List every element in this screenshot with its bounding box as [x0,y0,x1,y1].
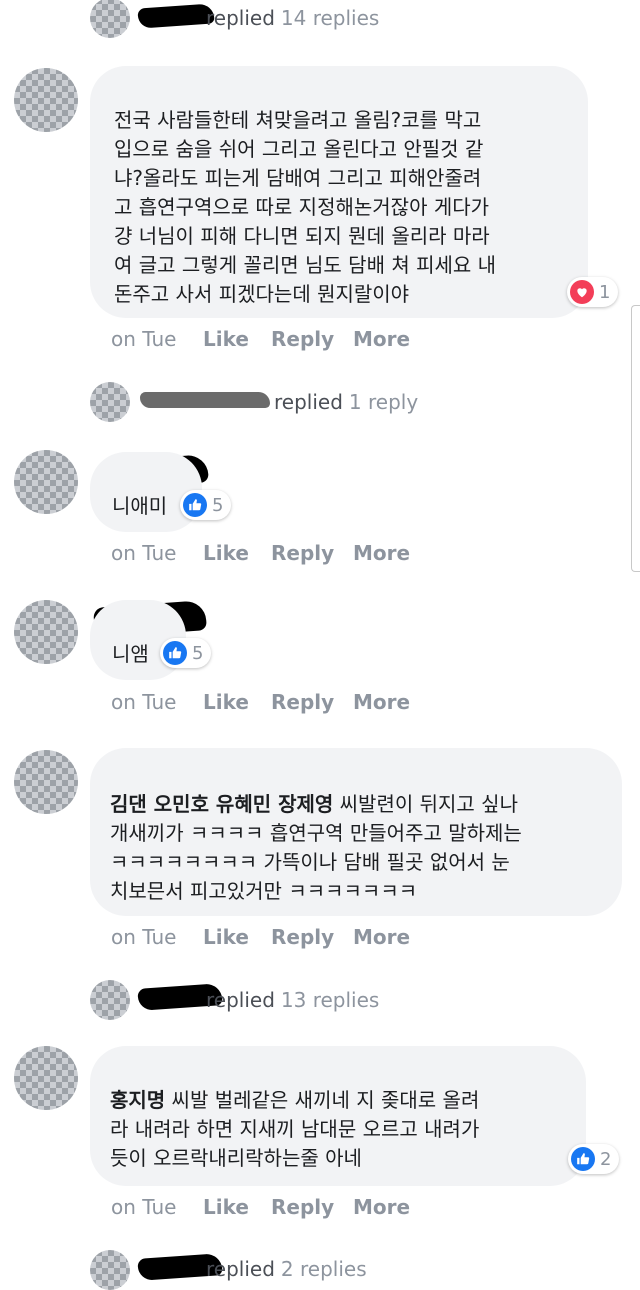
scrollbar[interactable] [631,305,640,572]
timestamp[interactable]: on Tue [111,925,203,949]
reply-thread-label: replied [206,1257,275,1281]
reaction-badge[interactable]: 2 [568,1144,620,1174]
reply-thread-link[interactable]: replied 14 replies [206,6,379,30]
like-button[interactable]: Like [203,541,271,565]
reply-count: 13 replies [280,988,380,1012]
reaction-count: 2 [600,1148,612,1170]
avatar[interactable] [90,0,130,38]
comment-text: 홍지명 씨발 벌레같은 새끼네 지 좆대로 올려 라 내려라 하면 지새끼 남대… [110,1086,570,1173]
avatar[interactable] [90,382,130,422]
timestamp[interactable]: on Tue [111,327,203,351]
more-button[interactable]: More [353,925,410,949]
comment-bubble: 홍지명 씨발 벌레같은 새끼네 지 좆대로 올려 라 내려라 하면 지새끼 남대… [90,1046,586,1186]
avatar[interactable] [14,1046,78,1110]
reply-count: 1 reply [348,390,419,414]
redaction [140,392,270,408]
timestamp[interactable]: on Tue [111,1195,203,1219]
reply-count: 2 replies [280,1257,367,1281]
reply-button[interactable]: Reply [271,327,353,351]
reply-thread-label: replied [206,988,275,1012]
comment-actions: on Tue Like Reply More [111,1195,410,1219]
comment-text: 전국 사람들한테 쳐맞을려고 올림?코를 막고 입으로 숨을 쉬어 그리고 올린… [114,108,497,306]
comment-actions: on Tue Like Reply More [111,541,410,565]
comment-text: 김댄 오민호 유혜민 장제영 씨발련이 뒤지고 싶나 개새끼가 ㅋㅋㅋㅋ 흡연구… [110,790,606,906]
redaction [137,3,215,29]
reaction-badge[interactable]: 1 [567,277,619,307]
more-button[interactable]: More [353,541,410,565]
thumbs-up-icon [571,1147,595,1171]
comment-body: 씨발 벌레같은 새끼네 지 좆대로 올려 라 내려라 하면 지새끼 남대문 오르… [110,1088,480,1170]
like-button[interactable]: Like [203,327,271,351]
reply-thread-link[interactable]: replied 1 reply [274,390,418,414]
mentioned-users[interactable]: 홍지명 [110,1088,165,1112]
comment-bubble: 전국 사람들한테 쳐맞을려고 올림?코를 막고 입으로 숨을 쉬어 그리고 올린… [90,66,588,318]
avatar[interactable] [90,1250,130,1290]
reply-count: 14 replies [280,6,380,30]
reply-button[interactable]: Reply [271,690,353,714]
reaction-count: 5 [192,642,204,664]
reply-thread-link[interactable]: replied 2 replies [206,1257,367,1281]
reaction-count: 1 [599,281,611,303]
mentioned-users[interactable]: 김댄 오민호 유혜민 장제영 [110,792,333,816]
reaction-count: 5 [212,494,224,516]
reply-button[interactable]: Reply [271,541,353,565]
comment-actions: on Tue Like Reply More [111,327,410,351]
thumbs-up-icon [183,493,207,517]
more-button[interactable]: More [353,690,410,714]
comment-actions: on Tue Like Reply More [111,925,410,949]
avatar[interactable] [14,750,78,814]
avatar[interactable] [14,450,78,514]
like-button[interactable]: Like [203,1195,271,1219]
more-button[interactable]: More [353,327,410,351]
avatar[interactable] [14,600,78,664]
avatar[interactable] [14,68,78,132]
reaction-badge[interactable]: 5 [180,490,232,520]
comment-actions: on Tue Like Reply More [111,690,410,714]
like-button[interactable]: Like [203,925,271,949]
timestamp[interactable]: on Tue [111,541,203,565]
reaction-badge[interactable]: 5 [160,638,212,668]
more-button[interactable]: More [353,1195,410,1219]
reply-button[interactable]: Reply [271,1195,353,1219]
comment-bubble: 김댄 오민호 유혜민 장제영 씨발련이 뒤지고 싶나 개새끼가 ㅋㅋㅋㅋ 흡연구… [90,748,622,916]
timestamp[interactable]: on Tue [111,690,203,714]
reply-button[interactable]: Reply [271,925,353,949]
heart-icon [570,280,594,304]
reply-thread-link[interactable]: replied 13 replies [206,988,379,1012]
avatar[interactable] [90,980,130,1020]
reply-thread-label: replied [206,6,275,30]
like-button[interactable]: Like [203,690,271,714]
thumbs-up-icon [163,641,187,665]
reply-thread-label: replied [274,390,343,414]
